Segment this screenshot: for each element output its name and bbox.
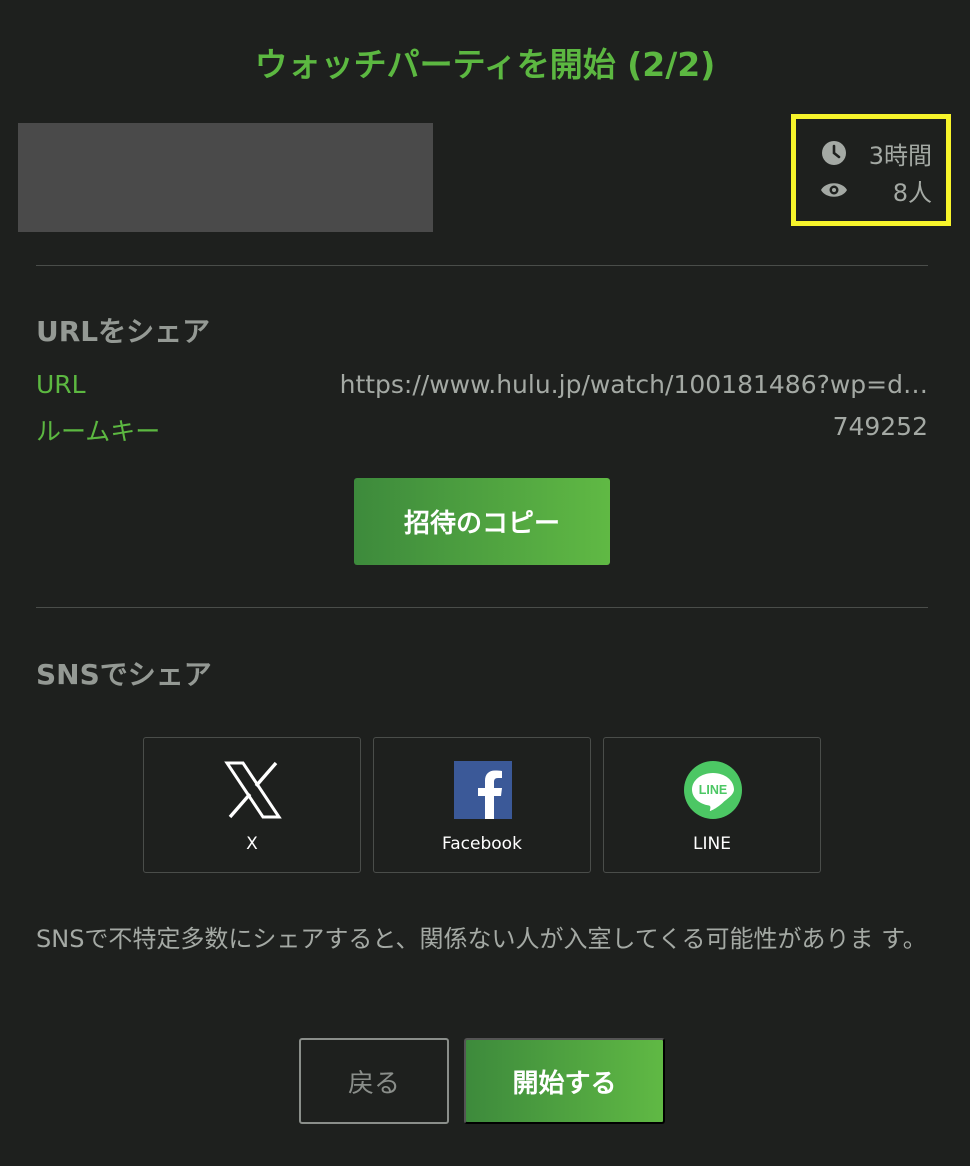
copy-invite-button[interactable]: 招待のコピー — [354, 478, 610, 565]
url-label: URL — [36, 370, 86, 399]
divider — [36, 265, 928, 266]
share-facebook-button[interactable]: Facebook — [373, 737, 591, 873]
viewers-row: 8人 — [820, 172, 932, 208]
roomkey-value: 749252 — [832, 412, 928, 441]
share-line-label: LINE — [693, 834, 731, 854]
url-share-title: URLをシェア — [36, 315, 211, 348]
line-logo-icon: LINE — [683, 760, 743, 820]
share-x-label: X — [246, 834, 258, 854]
share-line-button[interactable]: LINE LINE — [603, 737, 821, 873]
x-logo-icon — [223, 760, 283, 820]
sns-share-title: SNSでシェア — [36, 658, 212, 691]
facebook-logo-icon — [453, 760, 513, 820]
page-title: ウォッチパーティを開始 (2/2) — [254, 45, 716, 84]
viewers-value: 8人 — [892, 178, 932, 207]
content-thumbnail — [18, 123, 433, 232]
watch-party-dialog: ウォッチパーティを開始 (2/2) 3時間 8人 URLをシェア URL htt… — [0, 0, 970, 1166]
duration-value: 3時間 — [868, 141, 932, 170]
share-facebook-label: Facebook — [442, 834, 522, 854]
sns-warning-note: SNSで不特定多数にシェアすると、関係ない人が入室してくる可能性がありま す。 — [36, 925, 927, 953]
share-x-button[interactable]: X — [143, 737, 361, 873]
url-value: https://www.hulu.jp/watch/100181486?wp=d… — [339, 370, 928, 399]
line-logo-text: LINE — [699, 783, 727, 797]
back-button[interactable]: 戻る — [299, 1038, 449, 1124]
divider — [36, 607, 928, 608]
duration-row: 3時間 — [820, 135, 932, 171]
party-stats-box: 3時間 8人 — [791, 114, 951, 226]
clock-icon — [820, 139, 848, 167]
roomkey-label: ルームキー — [36, 417, 161, 446]
start-button[interactable]: 開始する — [464, 1038, 665, 1124]
eye-icon — [820, 176, 848, 204]
